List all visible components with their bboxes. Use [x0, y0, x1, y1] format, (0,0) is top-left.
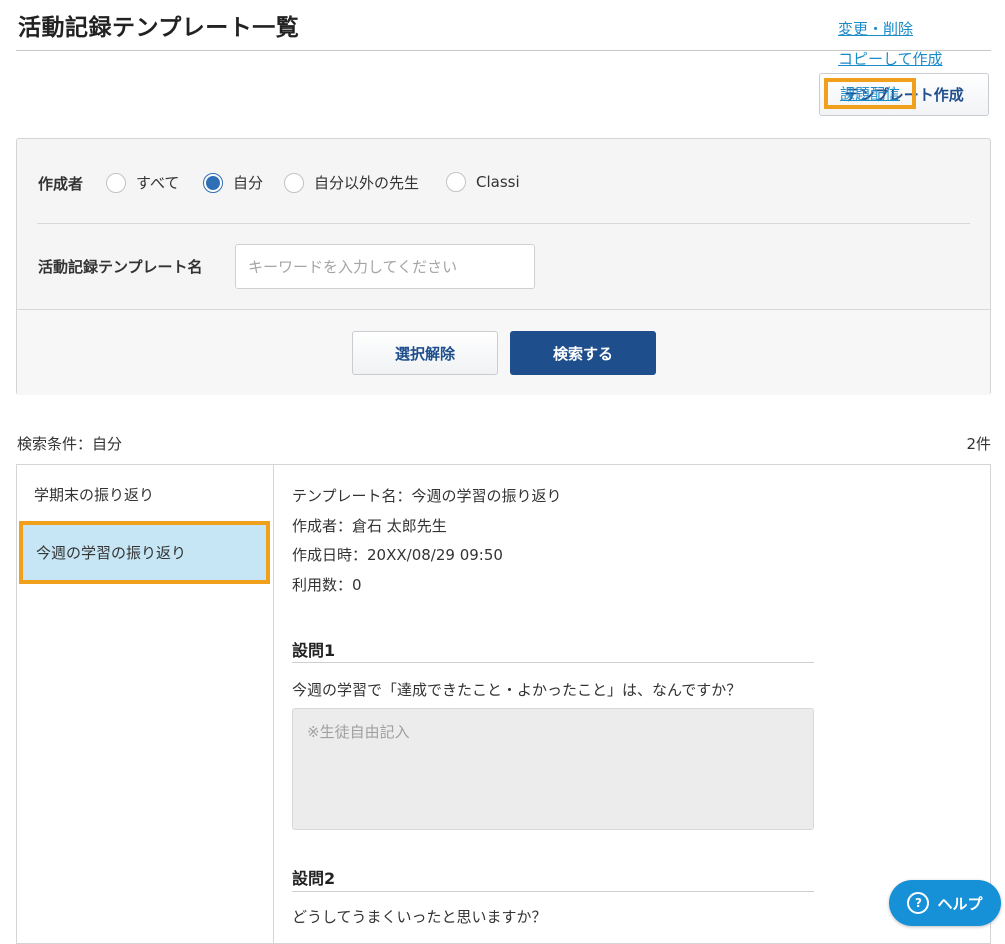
- template-name-text: テンプレート名：今週の学習の振り返り: [292, 487, 562, 505]
- author-radio-classi-label: Classi: [476, 173, 520, 191]
- help-button[interactable]: ? ヘルプ: [889, 880, 1001, 926]
- author-radio-all-label: すべて: [136, 174, 180, 192]
- radio-unchecked-icon: [284, 172, 304, 193]
- template-list-item[interactable]: 学期末の振り返り: [17, 465, 273, 523]
- search-button[interactable]: 検索する: [510, 331, 656, 375]
- question-divider: [292, 662, 814, 663]
- question-text: どうしてうまくいったと思いますか？: [292, 908, 547, 926]
- template-list-item-selected[interactable]: 今週の学習の振り返り: [19, 521, 270, 584]
- radio-dot: [206, 175, 220, 190]
- author-filter-label: 作成者: [38, 175, 84, 193]
- page-title: 活動記録テンプレート一覧: [18, 15, 300, 41]
- template-created-text: 作成日時：20XX/08/29 09:50: [292, 546, 503, 564]
- question-title: 設問1: [292, 641, 336, 660]
- assign-task-link[interactable]: 課題配信: [824, 78, 917, 109]
- results-panel: 学期末の振り返り 今週の学習の振り返り テンプレート名：今週の学習の振り返り 作…: [16, 464, 991, 944]
- question-title: 設問2: [292, 869, 336, 888]
- clear-selection-button[interactable]: 選択解除: [352, 331, 498, 375]
- radio-checked-icon: [203, 172, 223, 193]
- author-radio-self-label: 自分: [233, 174, 264, 192]
- copy-create-link[interactable]: コピーして作成: [838, 48, 943, 69]
- help-label: ヘルプ: [937, 894, 983, 913]
- template-usage-text: 利用数：0: [292, 576, 362, 594]
- author-radio-self[interactable]: 自分: [203, 172, 263, 193]
- keyword-search-input[interactable]: [235, 244, 535, 289]
- search-condition-text: 検索条件：自分: [17, 435, 123, 453]
- question-divider: [292, 891, 814, 892]
- author-radio-other-teachers[interactable]: 自分以外の先生: [284, 172, 419, 193]
- filter-divider: [37, 223, 970, 224]
- search-filter-panel: 作成者 すべて 自分 自分以外の先生 Classi 活動記録テンプレート名 選択…: [16, 138, 991, 395]
- template-name-filter-label: 活動記録テンプレート名: [38, 258, 203, 276]
- radio-unchecked-icon: [106, 172, 126, 193]
- author-radio-classi[interactable]: Classi: [446, 172, 520, 192]
- radio-unchecked-icon: [446, 172, 466, 192]
- edit-delete-link[interactable]: 変更・削除: [838, 18, 943, 39]
- answer-placeholder-box: ※生徒自由記入: [292, 708, 814, 830]
- template-author-text: 作成者：倉石 太郎先生: [292, 517, 447, 535]
- question-circle-icon: ?: [907, 892, 930, 914]
- author-radio-all[interactable]: すべて: [106, 172, 179, 193]
- author-radio-other-teachers-label: 自分以外の先生: [314, 174, 420, 192]
- filter-actions: 選択解除 検索する: [17, 309, 990, 395]
- question-text: 今週の学習で「達成できたこと・よかったこと」は、なんですか？: [292, 681, 742, 699]
- template-actions: 変更・削除 コピーして作成 課題配信: [824, 18, 943, 118]
- template-list: 学期末の振り返り 今週の学習の振り返り: [17, 465, 274, 943]
- result-count: 2件: [966, 435, 991, 453]
